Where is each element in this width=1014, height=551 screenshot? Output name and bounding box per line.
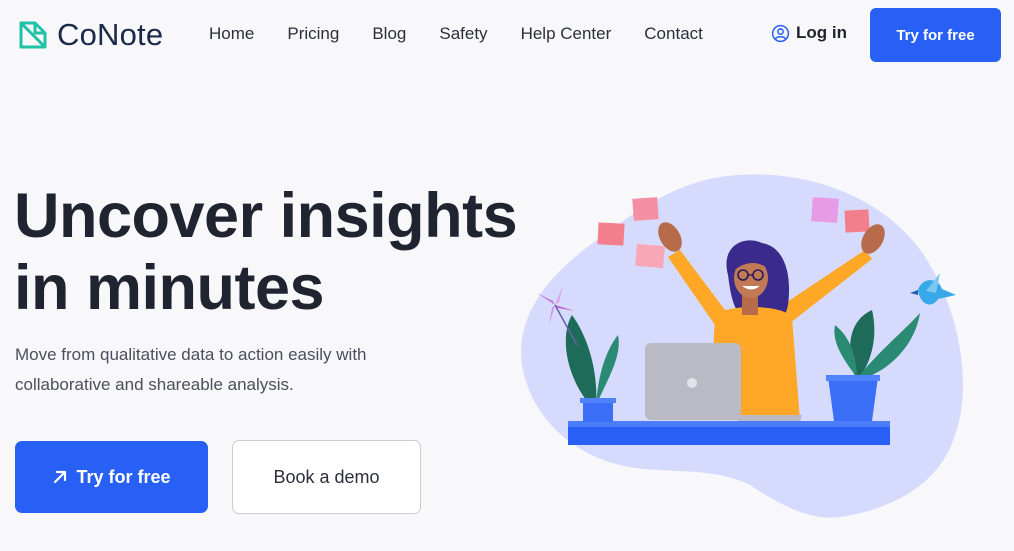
logo-icon [19,21,47,48]
user-circle-icon [771,24,790,42]
top-nav: CoNote Home Pricing Blog Safety Help Cen… [0,0,1014,70]
brand-name: CoNote [57,17,164,52]
hero-title-line1: Uncover insights [14,181,518,251]
nav-link-home[interactable]: Home [209,24,254,44]
arrow-up-right-icon [54,470,67,484]
sticky-note [844,209,870,233]
nav-link-pricing[interactable]: Pricing [287,24,339,44]
nav-link-help-center[interactable]: Help Center [521,24,612,44]
sticky-note [632,197,659,221]
try-free-label: Try for free [76,466,171,487]
nav-links: Home Pricing Blog Safety Help Center Con… [209,24,736,44]
nav-link-safety[interactable]: Safety [439,24,487,44]
hero-subtitle: Move from qualitative data to action eas… [15,345,367,394]
sticky-note [597,222,625,246]
sticky-note [811,197,839,223]
sticky-note [635,243,665,269]
nav-link-blog[interactable]: Blog [372,24,406,44]
hero-illustration [521,174,963,518]
login-label: Log in [796,23,847,42]
login-link[interactable]: Log in [771,23,847,43]
hero-title-line2: in minutes [14,253,325,323]
nav-link-contact[interactable]: Contact [644,24,703,44]
try-free-button[interactable]: Try for free [15,441,208,513]
book-demo-button[interactable]: Book a demo [232,440,421,514]
hero-title: Uncover insights in minutes [14,180,518,324]
nav-try-free-button[interactable]: Try for free [870,8,1001,62]
brand-logo[interactable]: CoNote [18,19,163,50]
